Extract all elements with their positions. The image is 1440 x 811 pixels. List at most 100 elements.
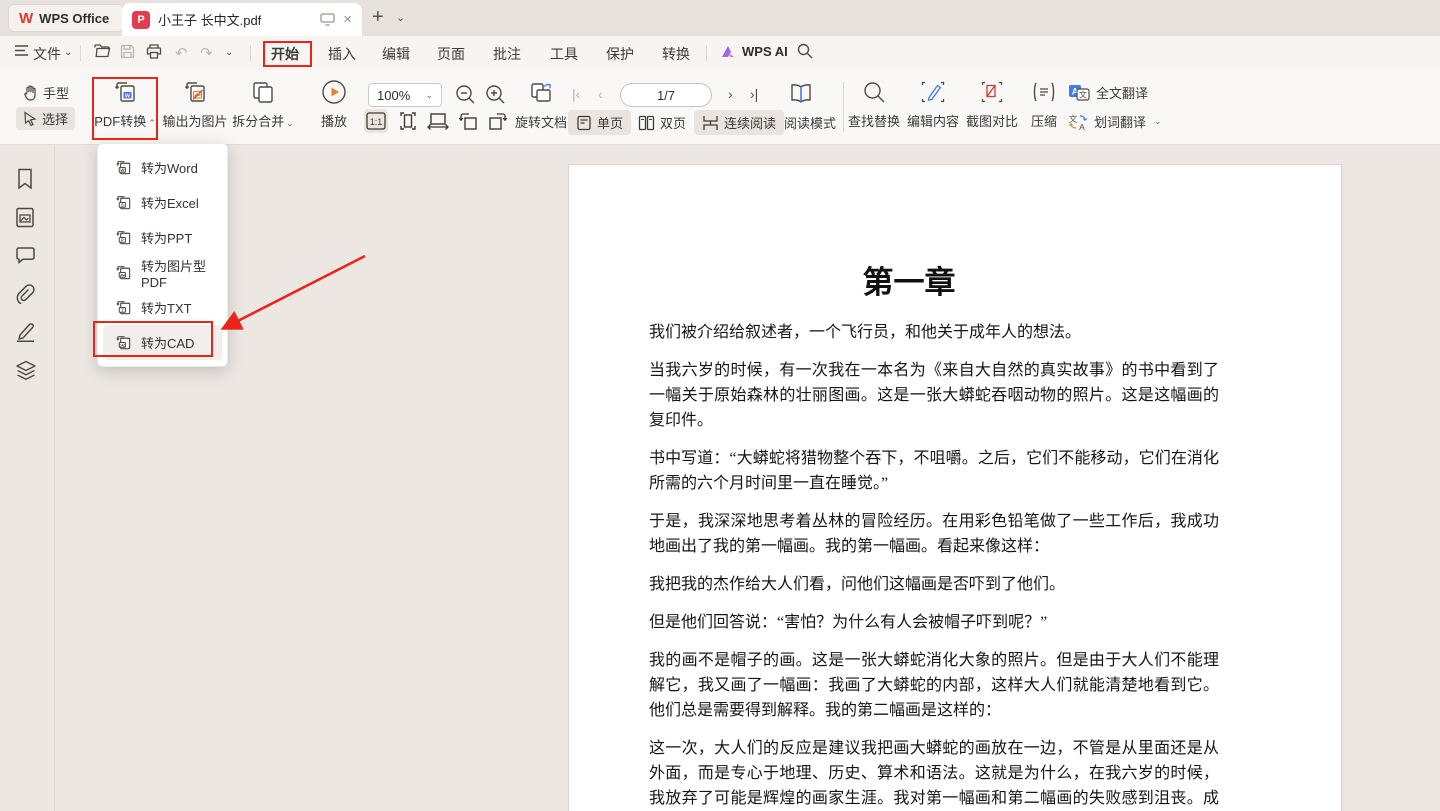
wps-logo-icon: W [19,10,32,27]
paragraph: 书中写道：“大蟒蛇将猎物整个吞下，不咀嚼。之后，它们不能移动，它们在消化所需的六… [649,446,1219,496]
continuous-reading-button[interactable]: 连续阅读 [694,110,784,135]
compress-icon [1031,81,1057,103]
convert-txt-icon: T [115,299,132,316]
thumbnail-icon[interactable] [15,207,37,229]
open-folder-icon[interactable] [94,44,111,58]
double-page-icon [638,115,655,131]
full-translate-button[interactable]: A 文 全文翻译 [1068,83,1148,102]
wps-ai-button[interactable]: WPS AI [720,44,788,59]
compress-button[interactable]: 压缩 [1026,81,1062,130]
left-sidebar [0,146,55,811]
fit-page-button[interactable] [396,109,420,133]
rotate-document-button[interactable]: 旋转文档 [512,81,570,131]
svg-text:文: 文 [1069,114,1078,124]
single-page-button[interactable]: 单页 [568,110,631,135]
menu-item-convert-word[interactable]: W 转为Word [103,150,222,185]
first-page-icon[interactable]: |‹ [572,86,580,102]
tab-page[interactable]: 页面 [437,44,465,64]
select-tool-button[interactable]: 选择 [16,107,75,130]
continuous-reading-icon [702,115,719,131]
convert-excel-icon: S [115,194,132,211]
undo-icon[interactable]: ↶ [175,44,188,62]
word-translate-button[interactable]: 文 A 划词翻译 ⌄ [1068,112,1162,131]
export-image-icon [182,79,208,105]
redo-icon[interactable]: ↷ [200,44,213,62]
export-image-button[interactable]: 输出为图片 [160,79,230,130]
find-replace-button[interactable]: 查找替换 [846,81,902,130]
tab-convert[interactable]: 转换 [662,44,690,64]
zoom-in-icon[interactable] [485,84,506,105]
edit-content-button[interactable]: 编辑内容 [905,81,961,130]
read-mode-button[interactable]: 阅读模式 [776,110,844,135]
menu-item-convert-excel[interactable]: S 转为Excel [103,185,222,220]
signature-icon[interactable] [15,322,37,344]
attachment-icon[interactable] [15,284,37,306]
menu-item-label: 转为CAD [141,333,194,352]
menu-item-convert-cad[interactable]: CAD 转为CAD [103,325,222,360]
fit-width-icon [427,112,449,130]
edit-content-label: 编辑内容 [907,111,959,130]
file-menu[interactable]: 文件 [33,44,61,64]
close-icon[interactable]: × [343,11,352,28]
next-page-icon[interactable]: › [728,86,733,102]
comment-icon[interactable] [15,246,37,268]
hamburger-icon[interactable] [14,44,29,57]
file-chevron-icon[interactable]: ⌄ [64,47,72,58]
zoom-out-icon[interactable] [455,84,476,105]
layers-icon[interactable] [15,360,37,382]
pdf-convert-label: PDF转换⌃ [94,111,156,130]
rotate-document-label: 旋转文档 [515,112,567,131]
pdf-page[interactable]: 第一章 我们被介绍给叙述者，一个飞行员，和他关于成年人的想法。 当我六岁的时候，… [568,164,1342,811]
menu-item-convert-txt[interactable]: T 转为TXT [103,290,222,325]
tab-annotate[interactable]: 批注 [493,44,521,64]
paragraph: 但是他们回答说：“害怕？为什么有人会被帽子吓到呢？” [649,610,1219,635]
rotate-left-button[interactable] [456,109,480,133]
menu-item-label: 转为PPT [141,228,192,247]
pdf-convert-button[interactable]: W PDF转换⌃ [92,79,158,130]
tabs-chevron-icon[interactable]: ⌄ [396,11,405,24]
tab-tools[interactable]: 工具 [550,44,578,64]
menu-item-convert-ppt[interactable]: P 转为PPT [103,220,222,255]
actual-size-button[interactable]: 1:1 [364,109,388,133]
play-button[interactable]: 播放 [312,79,356,130]
svg-text:文: 文 [1079,90,1087,100]
chevron-down-icon: ⌄ [1154,116,1162,127]
tab-home[interactable]: 开始 [271,44,299,64]
paragraph: 我把我的杰作给大人们看，问他们这幅画是否吓到了他们。 [649,572,1219,597]
read-mode-icon[interactable] [788,82,814,106]
rotate-right-button[interactable] [486,109,510,133]
monitor-icon[interactable] [320,13,335,26]
tab-protect[interactable]: 保护 [606,44,634,64]
export-image-label: 输出为图片 [162,111,227,130]
divider [250,45,251,61]
zoom-level-select[interactable]: 100% ⌄ [368,83,442,107]
search-icon[interactable] [797,43,813,59]
double-page-label: 双页 [660,113,686,132]
split-merge-button[interactable]: 拆分合并⌄ [228,79,298,130]
document-tab[interactable]: P 小王子 长中文.pdf × [122,3,362,36]
toolbar: 手型 选择 W PDF转换⌃ [0,70,1440,145]
last-page-icon[interactable]: ›| [750,86,758,102]
print-icon[interactable] [146,44,162,59]
tab-edit[interactable]: 编辑 [382,44,410,64]
wps-office-home-button[interactable]: W WPS Office [8,4,124,32]
bookmark-icon[interactable] [15,168,37,190]
split-merge-icon [250,79,276,105]
page-indicator-input[interactable] [620,83,712,107]
menu-item-convert-image-pdf[interactable]: 转为图片型PDF [103,255,222,290]
quickbar-chevron-icon[interactable]: ⌄ [225,47,233,58]
menu-bar: 文件 ⌄ ↶ ↷ ⌄ 开始 插入 编辑 页面 批注 工具 保护 转换 WPS A… [0,36,1440,70]
new-tab-icon[interactable]: + [372,6,384,29]
prev-page-icon[interactable]: ‹ [598,86,603,102]
chevron-up-icon: ⌃ [148,118,156,128]
fit-page-icon [398,111,418,131]
svg-text:P: P [121,237,124,242]
play-icon [321,79,347,105]
screenshot-compare-button[interactable]: 截图对比 [964,81,1020,130]
fit-width-button[interactable] [426,109,450,133]
hand-tool-button[interactable]: 手型 [16,81,76,104]
tab-insert[interactable]: 插入 [328,44,356,64]
continuous-reading-label: 连续阅读 [724,113,776,132]
save-icon[interactable] [120,44,135,59]
split-merge-label: 拆分合并⌄ [232,111,294,130]
